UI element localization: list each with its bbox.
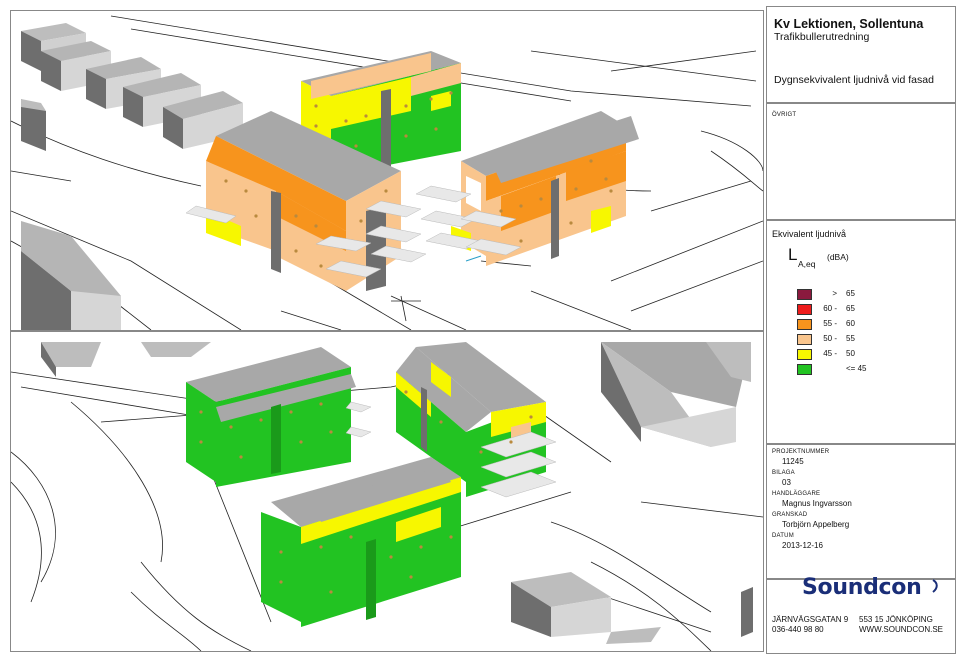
other-panel: ÖVRIGT: [766, 103, 956, 220]
map-bottom-drawing: [11, 342, 763, 651]
legend-low: >: [832, 289, 837, 298]
legend-swatch: [797, 349, 812, 360]
project-title: Kv Lektionen, Sollentuna: [774, 17, 924, 31]
reviewer-value: Torbjörn Appelberg: [782, 520, 850, 529]
legend-subscript: A,eq: [798, 259, 816, 269]
legend-row: 50 - 55: [767, 334, 955, 345]
title-block: Kv Lektionen, Sollentuna Trafikbullerutr…: [766, 6, 956, 656]
noise-map-top: [11, 11, 763, 330]
legend-low: 55 -: [823, 319, 837, 328]
legend-panel: Ekvivalent ljudnivå L A,eq (dBA) > 65 60…: [766, 220, 956, 444]
project-number-label: PROJEKTNUMMER: [772, 449, 830, 455]
legend-swatch: [797, 304, 812, 315]
legend-high: <= 45: [846, 364, 867, 373]
company-street: JÄRNVÄGSGATAN 9: [772, 615, 849, 624]
legend-row: 55 - 60: [767, 319, 955, 330]
company-web: WWW.SOUNDCON.SE: [859, 625, 943, 634]
title-panel: Kv Lektionen, Sollentuna Trafikbullerutr…: [766, 6, 956, 103]
legend-swatch: [797, 289, 812, 300]
legend-symbol: L: [788, 245, 798, 264]
legend-row: 45 - 50: [767, 349, 955, 360]
attachment-label: BILAGA: [772, 470, 795, 476]
legend-low: 45 -: [823, 349, 837, 358]
handler-value: Magnus Ingvarsson: [782, 499, 852, 508]
view-top: [10, 10, 764, 331]
legend-swatch: [797, 334, 812, 345]
building-d-bottom: [186, 347, 372, 487]
legend-row: 60 - 65: [767, 304, 955, 315]
legend-row: > 65: [767, 289, 955, 300]
noise-map-bottom: [11, 332, 763, 651]
drawing-description: Dygnsekvivalent ljudnivå vid fasad: [774, 74, 934, 86]
view-bottom: [10, 331, 764, 652]
legend-swatch: [797, 364, 812, 375]
legend-high: 55: [846, 334, 855, 343]
legend-high: 65: [846, 289, 855, 298]
attachment-value: 03: [782, 478, 791, 487]
project-info-panel: PROJEKTNUMMER 11245 BILAGA 03 HANDLÄGGAR…: [766, 444, 956, 579]
address-panel: JÄRNVÄGSGATAN 9 553 15 JÖNKÖPING 036-440…: [766, 603, 956, 654]
legend-heading: Ekvivalent ljudnivå: [772, 229, 847, 239]
legend-high: 65: [846, 304, 855, 313]
date-label: DATUM: [772, 533, 794, 539]
company-city: 553 15 JÖNKÖPING: [859, 615, 933, 624]
legend-low: 60 -: [823, 304, 837, 313]
legend-high: 60: [846, 319, 855, 328]
legend-unit: (dBA): [827, 252, 849, 262]
handler-label: HANDLÄGGARE: [772, 491, 821, 497]
legend-low: 50 -: [823, 334, 837, 343]
date-value: 2013-12-16: [782, 541, 823, 550]
legend-swatch: [797, 319, 812, 330]
logo-wave-icon: [932, 579, 938, 593]
legend-row: <= 45: [767, 364, 955, 375]
other-label: ÖVRIGT: [772, 112, 797, 118]
report-title: Trafikbullerutredning: [774, 31, 870, 43]
project-number: 11245: [782, 457, 804, 466]
company-phone: 036-440 98 80: [772, 625, 824, 634]
reviewer-label: GRANSKAD: [772, 512, 808, 518]
map-top-drawing: [11, 15, 763, 330]
building-f-bottom: [261, 457, 461, 627]
legend-high: 50: [846, 349, 855, 358]
company-logo: Soundcon: [802, 575, 922, 600]
